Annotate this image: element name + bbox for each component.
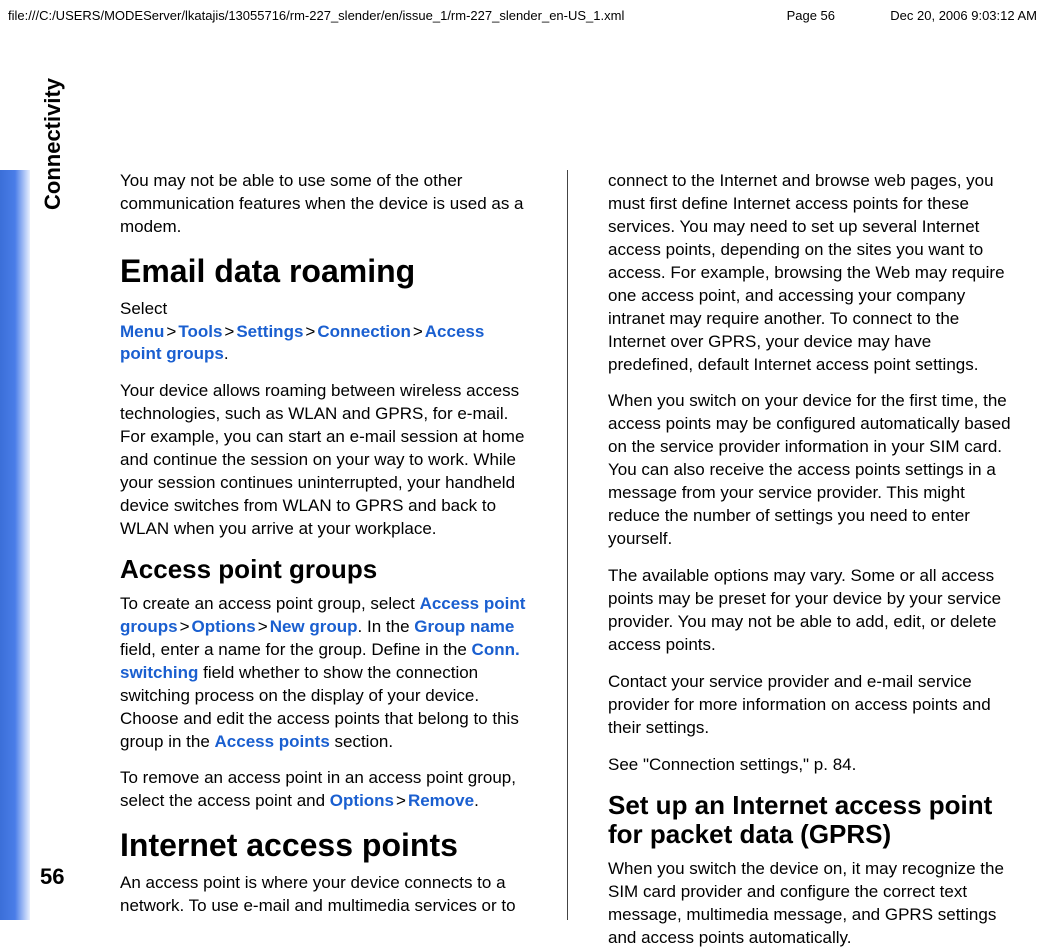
text: field, enter a name for the group. Defin… — [120, 640, 472, 659]
text: . — [224, 344, 229, 363]
nav-item: Connection — [317, 322, 411, 341]
nav-item: Access points — [215, 732, 330, 751]
nav-item: Tools — [178, 322, 222, 341]
paragraph: You may not be able to use some of the o… — [120, 170, 527, 239]
columns: You may not be able to use some of the o… — [120, 170, 1015, 920]
nav-item: New group — [270, 617, 358, 636]
text: Select — [120, 299, 167, 318]
print-timestamp: Dec 20, 2006 9:03:12 AM — [890, 8, 1037, 23]
file-path: file:///C:/USERS/MODEServer/lkatajis/130… — [8, 8, 624, 23]
thumb-tab — [0, 170, 30, 920]
left-gutter: Connectivity 56 — [0, 170, 110, 920]
paragraph: To create an access point group, select … — [120, 593, 527, 754]
nav-item: Options — [330, 791, 394, 810]
nav-item: Remove — [408, 791, 474, 810]
nav-separator: > — [222, 322, 236, 341]
paragraph: When you switch on your device for the f… — [608, 390, 1015, 551]
column-left: You may not be able to use some of the o… — [120, 170, 527, 920]
paragraph: Contact your service provider and e-mail… — [608, 671, 1015, 740]
column-divider — [567, 170, 568, 920]
nav-item: Options — [192, 617, 256, 636]
nav-path-paragraph: Select Menu>Tools>Settings>Connection>Ac… — [120, 298, 527, 367]
paragraph: The available options may vary. Some or … — [608, 565, 1015, 657]
nav-separator: > — [178, 617, 192, 636]
paragraph: An access point is where your device con… — [120, 872, 527, 918]
nav-separator: > — [256, 617, 270, 636]
heading-access-point-groups: Access point groups — [120, 555, 527, 585]
content-area: Connectivity 56 You may not be able to u… — [0, 170, 1045, 920]
column-right: connect to the Internet and browse web p… — [608, 170, 1015, 920]
nav-separator: > — [164, 322, 178, 341]
section-label: Connectivity — [40, 78, 66, 210]
page-indicator: Page 56 — [787, 8, 835, 23]
nav-separator: > — [303, 322, 317, 341]
nav-item: Settings — [236, 322, 303, 341]
text: To create an access point group, select — [120, 594, 420, 613]
nav-separator: > — [411, 322, 425, 341]
nav-item: Group name — [414, 617, 514, 636]
heading-internet-access-points: Internet access points — [120, 827, 527, 864]
paragraph: Your device allows roaming between wirel… — [120, 380, 527, 541]
text: . In the — [358, 617, 415, 636]
nav-separator: > — [394, 791, 408, 810]
page-number: 56 — [40, 864, 64, 890]
paragraph: When you switch the device on, it may re… — [608, 858, 1015, 950]
page-root: file:///C:/USERS/MODEServer/lkatajis/130… — [0, 0, 1045, 940]
text: . — [474, 791, 479, 810]
heading-gprs-setup: Set up an Internet access point for pack… — [608, 791, 1015, 851]
paragraph: See "Connection settings," p. 84. — [608, 754, 1015, 777]
heading-email-roaming: Email data roaming — [120, 253, 527, 290]
print-header: file:///C:/USERS/MODEServer/lkatajis/130… — [0, 8, 1045, 30]
nav-item: Menu — [120, 322, 164, 341]
text: section. — [330, 732, 393, 751]
paragraph: To remove an access point in an access p… — [120, 767, 527, 813]
paragraph: connect to the Internet and browse web p… — [608, 170, 1015, 376]
